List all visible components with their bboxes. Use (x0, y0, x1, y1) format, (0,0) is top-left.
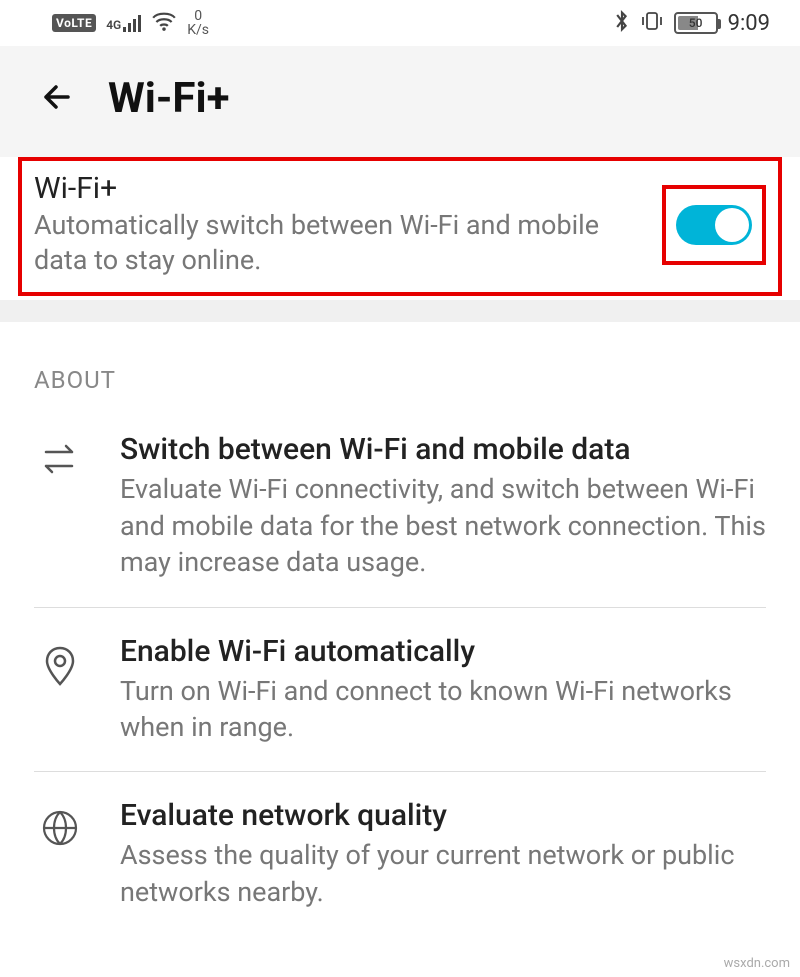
location-pin-icon (38, 634, 82, 688)
about-item-switch: Switch between Wi-Fi and mobile data Eva… (34, 432, 766, 606)
wifi-plus-toggle[interactable] (676, 205, 752, 245)
wifi-plus-toggle-row[interactable]: Wi-Fi+ Automatically switch between Wi-F… (18, 157, 782, 296)
wifi-plus-description: Automatically switch between Wi-Fi and m… (34, 208, 642, 278)
switch-arrows-icon (38, 432, 82, 476)
signal-bars-icon (123, 14, 141, 32)
about-section: ABOUT Switch between Wi-Fi and mobile da… (0, 322, 800, 936)
about-item-description: Evaluate Wi-Fi connectivity, and switch … (120, 471, 766, 580)
clock-time: 9:09 (728, 11, 770, 36)
vibrate-icon (640, 10, 664, 37)
about-item-title: Switch between Wi-Fi and mobile data (120, 432, 766, 467)
wifi-plus-text: Wi-Fi+ Automatically switch between Wi-F… (34, 171, 642, 278)
about-heading: ABOUT (34, 366, 766, 394)
app-header: Wi-Fi+ (0, 46, 800, 157)
status-left: VoLTE 4G 0 K/s (52, 9, 209, 37)
volte-badge: VoLTE (52, 14, 96, 32)
toggle-highlight (662, 185, 766, 265)
about-item-title: Enable Wi-Fi automatically (120, 634, 766, 669)
data-speed: 0 K/s (187, 9, 209, 37)
about-item-network-quality: Evaluate network quality Assess the qual… (34, 771, 766, 936)
page-title: Wi-Fi+ (108, 74, 229, 123)
cellular-indicator: 4G (106, 14, 141, 32)
about-item-description: Turn on Wi-Fi and connect to known Wi-Fi… (120, 673, 766, 746)
status-right: 50 9:09 (614, 9, 770, 38)
status-bar: VoLTE 4G 0 K/s 50 9:09 (0, 0, 800, 46)
section-divider (0, 300, 800, 322)
wifi-plus-title: Wi-Fi+ (34, 171, 642, 206)
globe-icon (38, 798, 82, 848)
about-item-title: Evaluate network quality (120, 798, 766, 833)
watermark: wsxdn.com (724, 956, 790, 971)
about-item-description: Assess the quality of your current netwo… (120, 837, 766, 910)
back-icon[interactable] (38, 77, 78, 121)
wifi-icon (151, 10, 177, 37)
bluetooth-icon (614, 9, 630, 38)
battery-icon: 50 (674, 12, 718, 34)
about-item-auto-wifi: Enable Wi-Fi automatically Turn on Wi-Fi… (34, 607, 766, 772)
